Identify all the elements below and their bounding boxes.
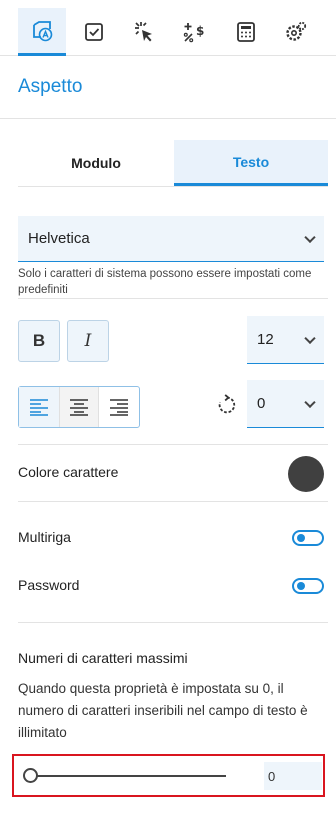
tab-calculate[interactable]: $ (170, 8, 218, 56)
appearance-icon (33, 20, 53, 41)
font-color-label: Colore carattere (18, 464, 119, 480)
font-color-swatch[interactable] (288, 456, 324, 492)
divider (0, 118, 336, 119)
cursor-click-icon (135, 22, 152, 42)
checkbox-icon (85, 23, 103, 41)
tab-format[interactable] (222, 8, 270, 56)
tab-modulo[interactable]: Modulo (18, 140, 174, 186)
multiline-label: Multiriga (18, 529, 71, 545)
slider-track[interactable] (30, 775, 226, 777)
toggle-knob (297, 534, 305, 542)
max-chars-slider-group: 0 (12, 754, 325, 797)
chevron-down-icon (304, 231, 316, 243)
font-size-select[interactable]: 12 (247, 316, 324, 364)
slider-thumb[interactable] (23, 768, 38, 783)
max-chars-input[interactable]: 0 (264, 762, 322, 790)
max-chars-heading: Numeri di caratteri massimi (18, 650, 188, 666)
tab-appearance[interactable] (18, 8, 66, 56)
tab-actions[interactable] (120, 8, 168, 56)
chevron-down-icon (304, 396, 316, 408)
align-left-icon (30, 399, 48, 416)
divider (18, 622, 328, 623)
rotation-select[interactable]: 0 (247, 380, 324, 428)
max-chars-description: Quando questa proprietà è impostata su 0… (18, 681, 308, 740)
rotation-value: 0 (257, 395, 266, 412)
tab-options[interactable] (272, 8, 320, 56)
align-right-button[interactable] (99, 387, 139, 427)
align-left-button[interactable] (19, 387, 59, 427)
tab-testo[interactable]: Testo (174, 140, 328, 186)
password-toggle[interactable] (292, 578, 324, 594)
password-label: Password (18, 577, 80, 593)
rotate-icon (218, 394, 236, 414)
font-family-select[interactable]: Helvetica (18, 216, 324, 262)
align-right-icon (110, 399, 128, 416)
align-center-icon (70, 399, 88, 416)
divider (18, 501, 328, 502)
divider (18, 444, 328, 445)
panel-title: Aspetto (18, 76, 83, 97)
alignment-group (18, 386, 140, 428)
chevron-down-icon (304, 332, 316, 344)
bold-button[interactable]: B (18, 320, 60, 362)
calculator-icon (237, 22, 255, 42)
tab-validation[interactable] (70, 8, 118, 56)
font-hint: Solo i caratteri di sistema possono esse… (18, 268, 312, 296)
divider (18, 298, 328, 299)
svg-text:$: $ (196, 24, 204, 38)
calculate-currency-icon: $ (183, 23, 204, 43)
font-size-value: 12 (257, 331, 274, 348)
italic-button[interactable]: I (67, 320, 109, 362)
font-family-value: Helvetica (28, 230, 90, 247)
settings-icon (286, 21, 307, 41)
tabs-divider (18, 186, 328, 187)
toggle-knob (297, 582, 305, 590)
multiline-toggle[interactable] (292, 530, 324, 546)
align-center-button[interactable] (59, 387, 99, 427)
top-toolbar: $ (0, 0, 336, 56)
